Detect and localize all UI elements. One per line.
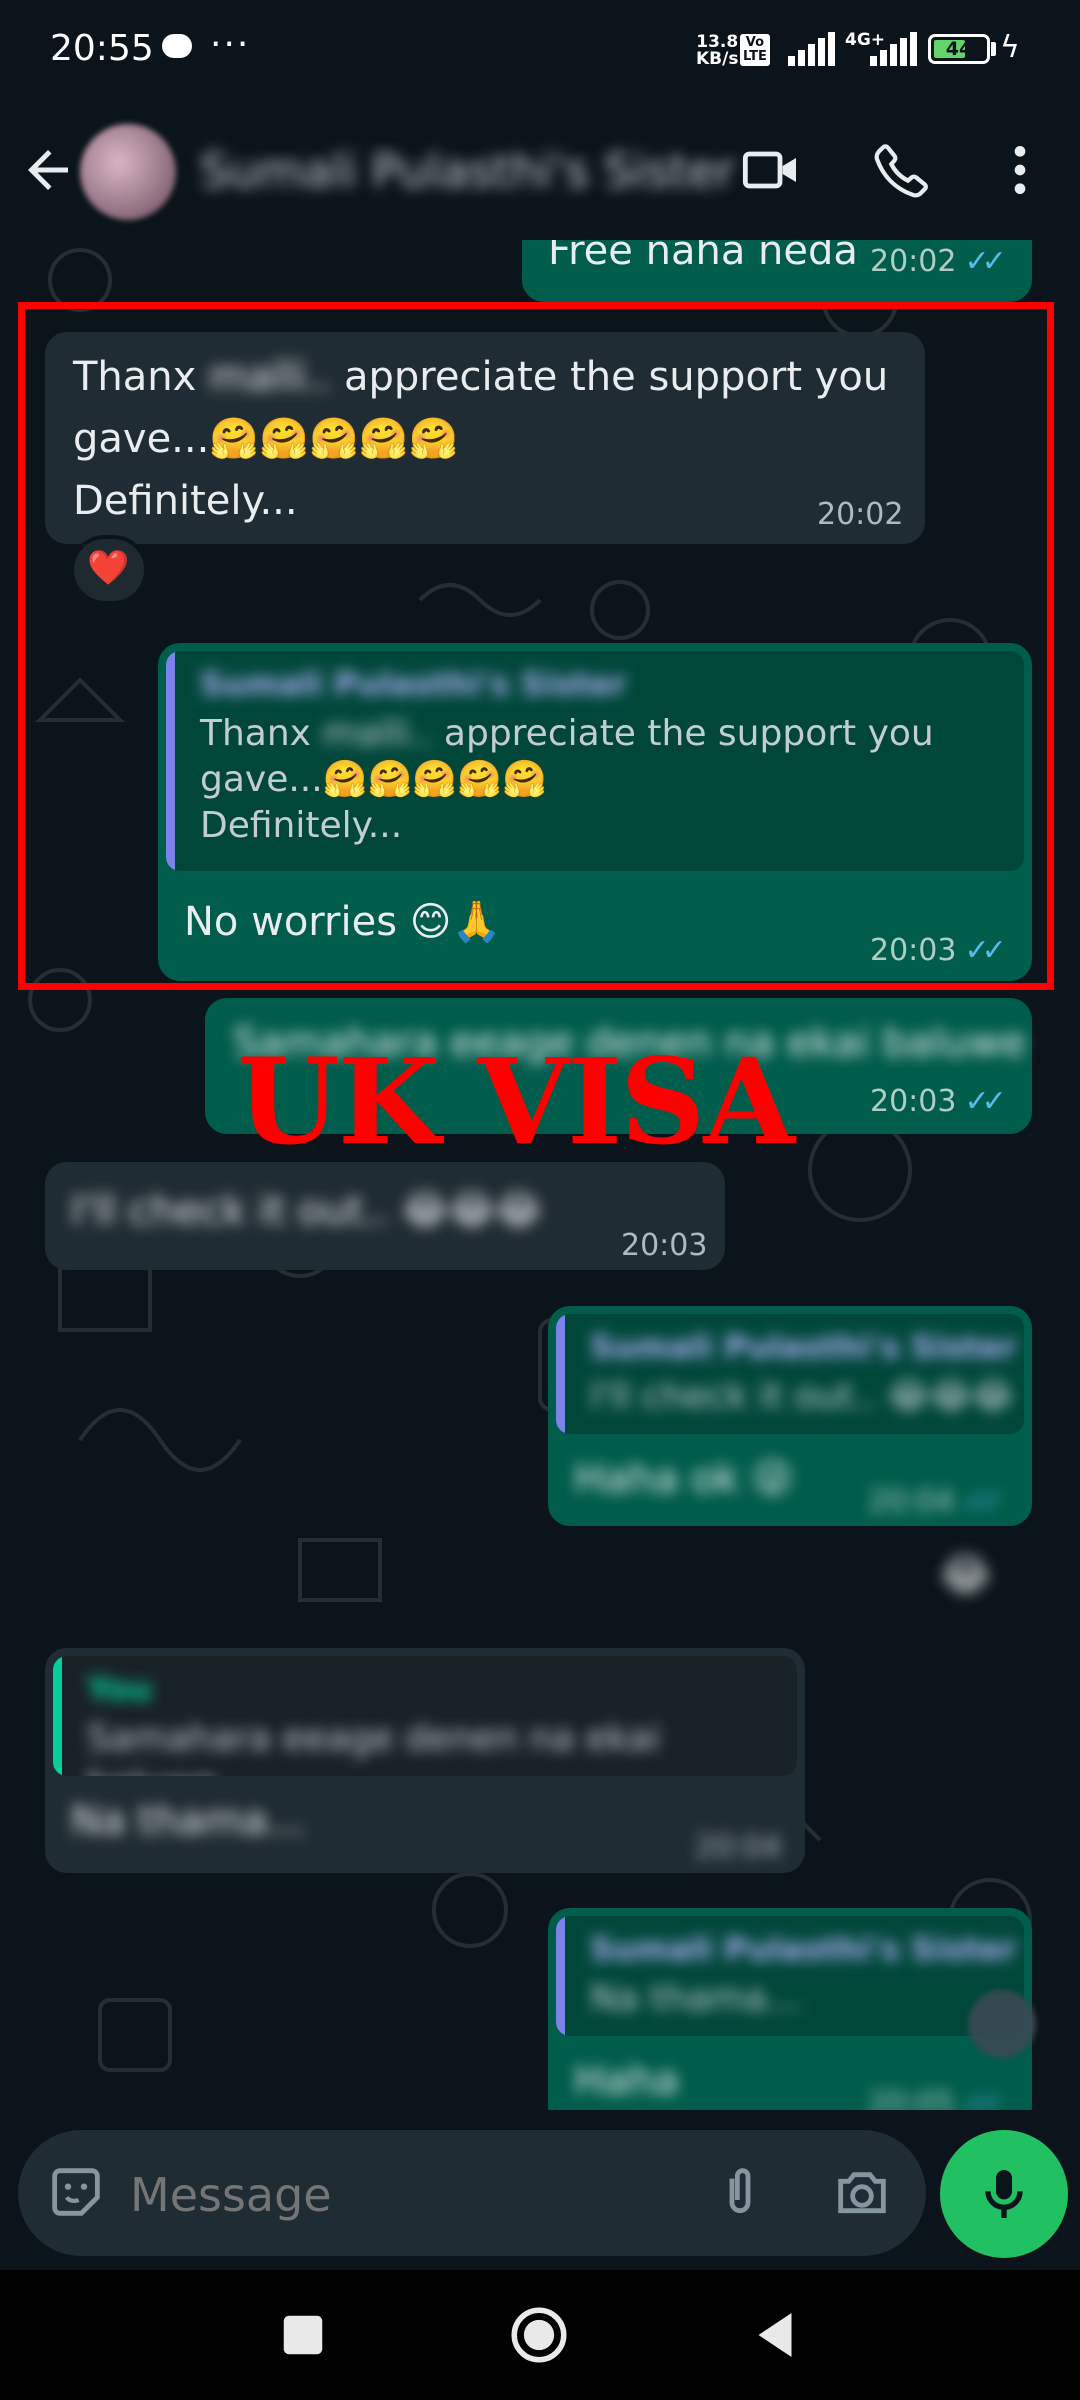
charging-icon: ϟ: [1000, 30, 1020, 65]
scroll-down-button[interactable]: [968, 1990, 1036, 2058]
message-input[interactable]: [130, 2168, 690, 2222]
more-dots-icon: ···: [210, 24, 251, 65]
signal-icon: [788, 32, 835, 66]
phone-icon[interactable]: [870, 138, 934, 202]
reaction-badge[interactable]: 😂: [940, 1550, 991, 1601]
message-bubble[interactable]: You Samahara eeage denen na ekai baluwe …: [45, 1648, 805, 1873]
attach-icon[interactable]: [708, 2160, 772, 2224]
highlight-box: [18, 302, 1054, 990]
quoted-author: You: [87, 1670, 152, 1708]
read-ticks-icon: ✓✓: [964, 244, 1006, 279]
message-text: Haha: [574, 2058, 679, 2104]
message-time: 20:04 ✓✓: [868, 1484, 1005, 1519]
quoted-author: Sumali Pulasthi's Sister: [590, 1930, 1017, 1968]
emoji-sticker-icon[interactable]: [44, 2160, 108, 2224]
more-vert-icon[interactable]: [988, 138, 1052, 202]
data-speed: 13.8 KB/s: [696, 32, 739, 69]
overlay-title: UK VISA: [236, 1032, 795, 1171]
home-circle-icon[interactable]: [506, 2302, 572, 2368]
message-time: 20:05 ✓✓: [868, 2086, 1005, 2110]
recents-square-icon[interactable]: [270, 2302, 336, 2368]
message-bubble[interactable]: Sumali Pulasthi's Sister Na thama... Hah…: [548, 1908, 1032, 2110]
quoted-text: I'll check it out.. 😂😂😂: [590, 1376, 1014, 1417]
chat-header: Sumali Pulasthi's Sister: [0, 100, 1080, 240]
mic-icon: [985, 2170, 1023, 2218]
volte-badge: Vo LTE: [740, 34, 770, 66]
read-ticks-icon: ✓✓: [962, 2086, 1004, 2110]
system-nav-bar: [0, 2270, 1080, 2400]
status-time: 20:55: [50, 28, 154, 69]
back-arrow-icon[interactable]: [18, 140, 78, 200]
back-triangle-icon[interactable]: [742, 2302, 808, 2368]
message-text: Haha ok 😜: [574, 1456, 794, 1502]
quoted-message[interactable]: Sumali Pulasthi's Sister I'll check it o…: [556, 1314, 1024, 1434]
quoted-text: Samahara eeage denen na ekai baluwe: [87, 1718, 660, 1776]
status-bar: 20:55 ··· 13.8 KB/s Vo LTE 4G+ 44 ϟ: [0, 0, 1080, 100]
message-composer[interactable]: [18, 2130, 926, 2256]
message-bubble[interactable]: I'll check it out.. 😂😂😂 20:03: [45, 1162, 725, 1270]
message-text: Free naha neda: [548, 240, 858, 274]
message-bubble[interactable]: Free naha neda 20:02 ✓✓: [522, 240, 1032, 302]
message-bubble[interactable]: Sumali Pulasthi's Sister I'll check it o…: [548, 1306, 1032, 1526]
quoted-author: Sumali Pulasthi's Sister: [590, 1328, 1017, 1366]
voice-message-button[interactable]: [940, 2130, 1068, 2258]
read-ticks-icon: ✓✓: [962, 1484, 1004, 1519]
avatar[interactable]: [80, 124, 176, 220]
camera-icon[interactable]: [830, 2160, 894, 2224]
video-call-icon[interactable]: [740, 138, 804, 202]
message-time: 20:04: [695, 1830, 782, 1865]
message-text: Na thama...: [71, 1798, 306, 1844]
battery-icon: 44: [928, 34, 990, 64]
quoted-text: Na thama...: [590, 1978, 801, 2019]
signal-icon-2: [870, 32, 917, 66]
battery-level: 44: [945, 38, 973, 60]
contact-name[interactable]: Sumali Pulasthi's Sister: [200, 144, 735, 198]
message-time: 20:03: [621, 1228, 708, 1263]
quoted-message[interactable]: You Samahara eeage denen na ekai baluwe: [53, 1656, 797, 1776]
quoted-message[interactable]: Sumali Pulasthi's Sister Na thama...: [556, 1916, 1024, 2036]
chat-bubble-icon: [162, 34, 192, 58]
message-text: I'll check it out.. 😂😂😂: [71, 1188, 542, 1234]
message-time: 20:02 ✓✓: [870, 244, 1007, 279]
